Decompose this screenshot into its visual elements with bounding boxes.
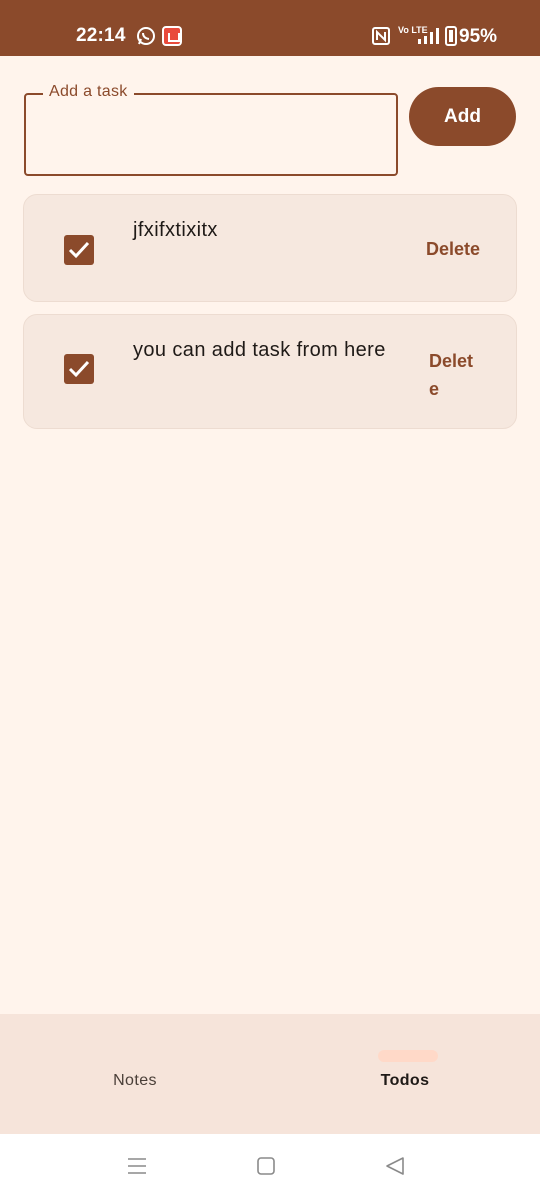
tab-todos[interactable]: Todos <box>270 1014 540 1134</box>
home-icon[interactable] <box>256 1156 276 1176</box>
add-button[interactable]: Add <box>409 87 516 146</box>
task-input-label: Add a task <box>43 83 134 101</box>
tab-todos-label: Todos <box>380 1072 430 1089</box>
app-notification-icon <box>162 26 182 46</box>
menu-icon[interactable] <box>127 1156 147 1176</box>
check-icon <box>68 241 90 259</box>
battery-percent: 95% <box>459 26 498 47</box>
bottom-navigation: Notes Todos <box>0 1014 540 1134</box>
task-card: you can add task from here Delete <box>23 314 517 429</box>
whatsapp-icon <box>137 27 155 45</box>
status-bar: 22:14 Vo LTE 95% <box>0 0 540 56</box>
system-navigation-bar <box>0 1134 540 1200</box>
task-text: jfxifxtixitx <box>133 219 218 241</box>
back-icon[interactable] <box>385 1156 405 1176</box>
signal-icon <box>418 28 439 44</box>
battery-icon <box>445 26 457 46</box>
tab-notes-label: Notes <box>113 1072 157 1089</box>
task-input[interactable] <box>26 110 396 160</box>
delete-button[interactable]: Delete <box>429 347 477 403</box>
active-tab-indicator <box>378 1050 438 1062</box>
nfc-icon <box>372 27 390 45</box>
task-checkbox[interactable] <box>64 354 94 384</box>
tab-notes[interactable]: Notes <box>0 1014 270 1134</box>
task-text: you can add task from here <box>133 339 386 361</box>
check-icon <box>68 360 90 378</box>
status-time: 22:14 <box>76 25 126 46</box>
delete-button[interactable]: Delete <box>426 239 480 260</box>
task-card: jfxifxtixitx Delete <box>23 194 517 302</box>
task-checkbox[interactable] <box>64 235 94 265</box>
